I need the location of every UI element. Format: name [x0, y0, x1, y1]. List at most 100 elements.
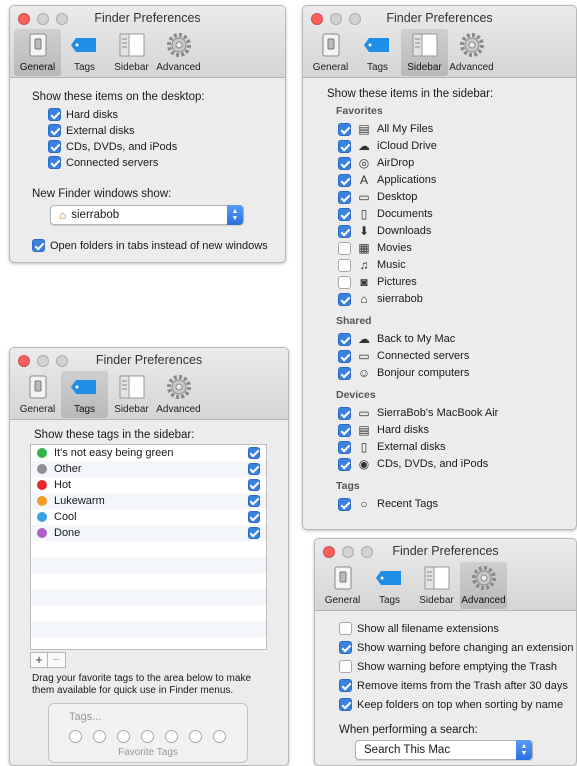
advanced-option[interactable]: Show all filename extensions [339, 622, 499, 635]
sidebar-option[interactable]: ◙ Pictures [338, 274, 417, 290]
favorite-tags-area[interactable]: Tags... Favorite Tags [48, 703, 248, 763]
tag-row[interactable]: Hot [31, 477, 266, 493]
empty-slot[interactable] [189, 730, 202, 743]
checkbox[interactable] [339, 622, 352, 635]
checkbox[interactable] [338, 457, 351, 471]
empty-slot[interactable] [165, 730, 178, 743]
tag-row[interactable]: Done [31, 525, 266, 541]
empty-slot[interactable] [93, 730, 106, 743]
checkbox[interactable] [32, 239, 45, 252]
tag-row[interactable]: Other [31, 461, 266, 477]
tag-list[interactable]: It's not easy being green Other Hot Luke… [30, 444, 267, 650]
checkbox[interactable] [338, 241, 351, 255]
tab-advanced[interactable]: Advanced [460, 562, 507, 609]
empty-slot[interactable] [117, 730, 130, 743]
checkbox[interactable] [339, 679, 352, 692]
checkbox[interactable] [248, 527, 260, 539]
sidebar-option[interactable]: ☁ iCloud Drive [338, 138, 437, 154]
checkbox[interactable] [338, 173, 351, 187]
checkbox[interactable] [338, 122, 351, 136]
sidebar-option[interactable]: ▤ All My Files [338, 121, 433, 137]
new-window-popup[interactable]: ⌂ sierrabob ▲ ▼ [50, 205, 244, 225]
sidebar-option[interactable]: ▤ Hard disks [338, 422, 429, 438]
checkbox[interactable] [338, 224, 351, 238]
tab-sidebar[interactable]: Sidebar [401, 29, 448, 76]
search-scope-popup[interactable]: Search This Mac ▲ ▼ [355, 740, 533, 760]
checkbox[interactable] [338, 156, 351, 170]
advanced-option[interactable]: Keep folders on top when sorting by name [339, 698, 563, 711]
checkbox[interactable] [339, 660, 352, 673]
empty-slot[interactable] [213, 730, 226, 743]
tag-row[interactable]: It's not easy being green [31, 445, 266, 461]
sidebar-option[interactable]: ▭ Connected servers [338, 348, 469, 364]
checkbox[interactable] [339, 641, 352, 654]
checkbox[interactable] [338, 275, 351, 289]
tab-tags[interactable]: Tags [366, 562, 413, 609]
checkbox[interactable] [48, 124, 61, 137]
checkbox[interactable] [338, 349, 351, 363]
tab-tags[interactable]: Tags [61, 371, 108, 418]
sidebar-option[interactable]: ◉ CDs, DVDs, and iPods [338, 456, 488, 472]
desktop-option[interactable]: Hard disks [48, 108, 118, 121]
tab-general[interactable]: General [319, 562, 366, 609]
checkbox[interactable] [338, 292, 351, 306]
sidebar-option[interactable]: ▯ Documents [338, 206, 433, 222]
sidebar-option[interactable]: ♫ Music [338, 257, 406, 273]
checkbox[interactable] [248, 495, 260, 507]
empty-slot[interactable] [141, 730, 154, 743]
advanced-option[interactable]: Remove items from the Trash after 30 day… [339, 679, 568, 692]
checkbox[interactable] [338, 139, 351, 153]
checkbox[interactable] [48, 156, 61, 169]
desktop-option[interactable]: CDs, DVDs, and iPods [48, 140, 177, 153]
tab-general[interactable]: General [307, 29, 354, 76]
tab-advanced[interactable]: Advanced [155, 29, 202, 76]
checkbox[interactable] [48, 108, 61, 121]
sidebar-option[interactable]: ○ Recent Tags [338, 496, 438, 512]
checkbox[interactable] [48, 140, 61, 153]
tab-tags[interactable]: Tags [61, 29, 108, 76]
tag-row[interactable]: Cool [31, 509, 266, 525]
tab-general[interactable]: General [14, 371, 61, 418]
desktop-option[interactable]: Connected servers [48, 156, 158, 169]
sidebar-option[interactable]: ▯ External disks [338, 439, 445, 455]
remove-tag-button[interactable]: − [48, 652, 66, 668]
tab-sidebar[interactable]: Sidebar [108, 371, 155, 418]
sidebar-option[interactable]: A Applications [338, 172, 436, 188]
option-label: Hard disks [377, 424, 429, 436]
checkbox[interactable] [338, 190, 351, 204]
tab-sidebar[interactable]: Sidebar [108, 29, 155, 76]
tab-advanced[interactable]: Advanced [448, 29, 495, 76]
empty-slot[interactable] [69, 730, 82, 743]
sidebar-option[interactable]: ☺ Bonjour computers [338, 365, 469, 381]
tab-general[interactable]: General [14, 29, 61, 76]
tab-tags[interactable]: Tags [354, 29, 401, 76]
advanced-option[interactable]: Show warning before changing an extensio… [339, 641, 573, 654]
sidebar-option[interactable]: ▦ Movies [338, 240, 412, 256]
checkbox[interactable] [338, 258, 351, 272]
checkbox[interactable] [338, 497, 351, 511]
tab-advanced[interactable]: Advanced [155, 371, 202, 418]
checkbox[interactable] [338, 423, 351, 437]
checkbox[interactable] [338, 207, 351, 221]
checkbox[interactable] [248, 463, 260, 475]
sidebar-option[interactable]: ⬇ Downloads [338, 223, 431, 239]
sidebar-option[interactable]: ▭ Desktop [338, 189, 417, 205]
sidebar-option[interactable]: ▭ SierraBob's MacBook Air [338, 405, 498, 421]
checkbox[interactable] [248, 447, 260, 459]
checkbox[interactable] [338, 332, 351, 346]
checkbox[interactable] [338, 406, 351, 420]
checkbox[interactable] [338, 366, 351, 380]
desktop-option[interactable]: External disks [48, 124, 134, 137]
checkbox[interactable] [338, 440, 351, 454]
tab-sidebar[interactable]: Sidebar [413, 562, 460, 609]
advanced-option[interactable]: Show warning before emptying the Trash [339, 660, 557, 673]
sidebar-option[interactable]: ⌂ sierrabob [338, 291, 423, 307]
sidebar-option[interactable]: ◎ AirDrop [338, 155, 414, 171]
checkbox[interactable] [339, 698, 352, 711]
tag-row[interactable]: Lukewarm [31, 493, 266, 509]
add-tag-button[interactable]: + [30, 652, 48, 668]
checkbox[interactable] [248, 511, 260, 523]
sidebar-option[interactable]: ☁ Back to My Mac [338, 331, 455, 347]
open-in-tabs-option[interactable]: Open folders in tabs instead of new wind… [32, 239, 268, 252]
checkbox[interactable] [248, 479, 260, 491]
